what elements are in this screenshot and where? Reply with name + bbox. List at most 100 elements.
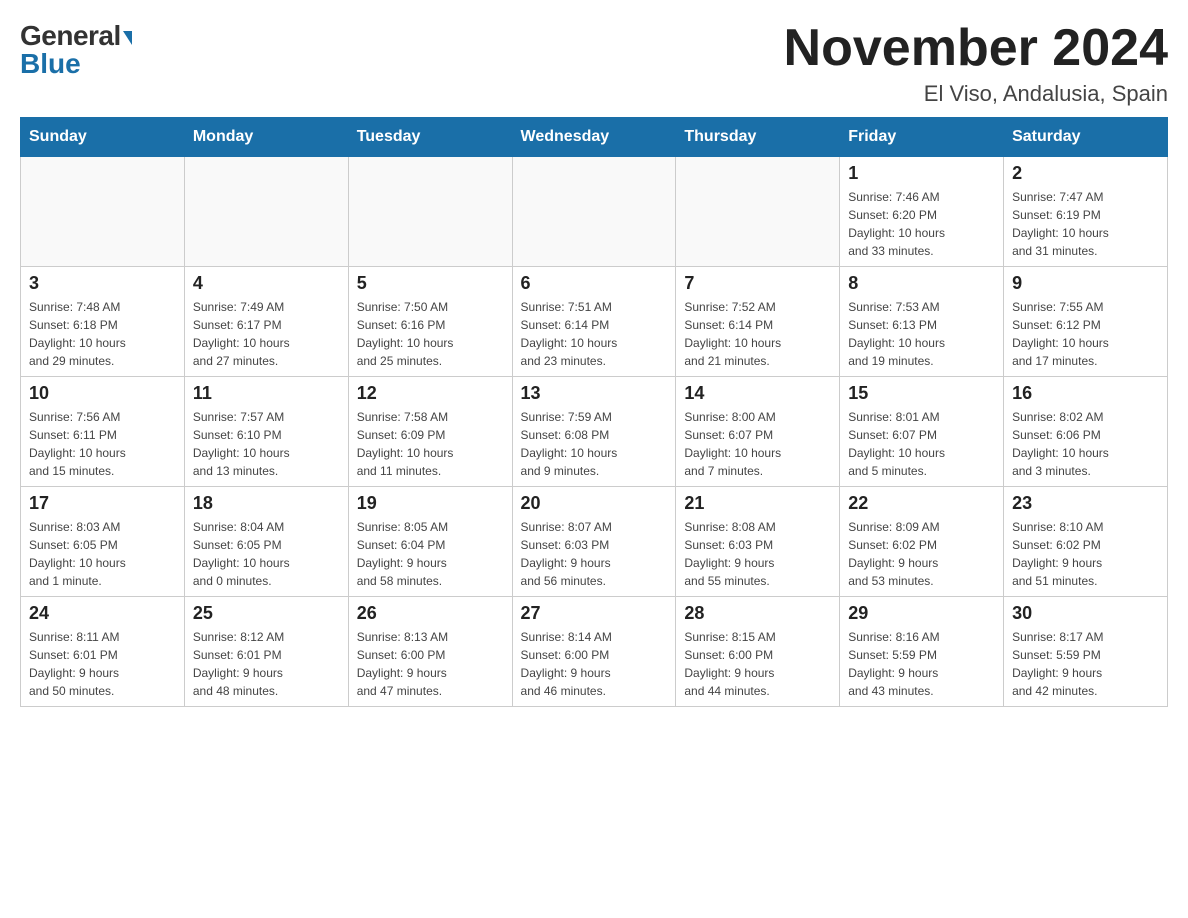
day-info: Sunrise: 8:09 AMSunset: 6:02 PMDaylight:… [848, 518, 995, 590]
calendar-cell: 3 Sunrise: 7:48 AMSunset: 6:18 PMDaylight… [21, 267, 185, 377]
weekday-header-row: SundayMondayTuesdayWednesdayThursdayFrid… [21, 118, 1168, 157]
weekday-friday: Friday [840, 118, 1004, 157]
day-number: 4 [193, 273, 340, 294]
weekday-monday: Monday [184, 118, 348, 157]
calendar-cell: 24 Sunrise: 8:11 AMSunset: 6:01 PMDayligh… [21, 597, 185, 707]
day-number: 26 [357, 603, 504, 624]
day-info: Sunrise: 8:13 AMSunset: 6:00 PMDaylight:… [357, 628, 504, 700]
day-number: 27 [521, 603, 668, 624]
day-info: Sunrise: 8:04 AMSunset: 6:05 PMDaylight:… [193, 518, 340, 590]
day-info: Sunrise: 7:58 AMSunset: 6:09 PMDaylight:… [357, 408, 504, 480]
title-block: November 2024 El Viso, Andalusia, Spain [784, 20, 1168, 107]
day-number: 24 [29, 603, 176, 624]
calendar-table: SundayMondayTuesdayWednesdayThursdayFrid… [20, 117, 1168, 707]
weekday-saturday: Saturday [1004, 118, 1168, 157]
calendar-cell: 6 Sunrise: 7:51 AMSunset: 6:14 PMDaylight… [512, 267, 676, 377]
calendar-cell: 26 Sunrise: 8:13 AMSunset: 6:00 PMDayligh… [348, 597, 512, 707]
calendar-cell: 30 Sunrise: 8:17 AMSunset: 5:59 PMDayligh… [1004, 597, 1168, 707]
day-info: Sunrise: 8:00 AMSunset: 6:07 PMDaylight:… [684, 408, 831, 480]
day-info: Sunrise: 7:49 AMSunset: 6:17 PMDaylight:… [193, 298, 340, 370]
calendar-cell: 14 Sunrise: 8:00 AMSunset: 6:07 PMDayligh… [676, 377, 840, 487]
calendar-cell: 7 Sunrise: 7:52 AMSunset: 6:14 PMDaylight… [676, 267, 840, 377]
day-number: 9 [1012, 273, 1159, 294]
day-info: Sunrise: 8:07 AMSunset: 6:03 PMDaylight:… [521, 518, 668, 590]
calendar-cell: 18 Sunrise: 8:04 AMSunset: 6:05 PMDayligh… [184, 487, 348, 597]
day-info: Sunrise: 7:51 AMSunset: 6:14 PMDaylight:… [521, 298, 668, 370]
day-number: 29 [848, 603, 995, 624]
day-info: Sunrise: 7:57 AMSunset: 6:10 PMDaylight:… [193, 408, 340, 480]
day-info: Sunrise: 8:02 AMSunset: 6:06 PMDaylight:… [1012, 408, 1159, 480]
week-row-2: 10 Sunrise: 7:56 AMSunset: 6:11 PMDayligh… [21, 377, 1168, 487]
day-info: Sunrise: 7:46 AMSunset: 6:20 PMDaylight:… [848, 188, 995, 260]
day-info: Sunrise: 7:56 AMSunset: 6:11 PMDaylight:… [29, 408, 176, 480]
day-number: 17 [29, 493, 176, 514]
calendar-cell: 28Sunrise: 8:15 AMSunset: 6:00 PMDayligh… [676, 597, 840, 707]
calendar-cell: 8 Sunrise: 7:53 AMSunset: 6:13 PMDaylight… [840, 267, 1004, 377]
calendar-cell: 5 Sunrise: 7:50 AMSunset: 6:16 PMDaylight… [348, 267, 512, 377]
calendar-cell: 29 Sunrise: 8:16 AMSunset: 5:59 PMDayligh… [840, 597, 1004, 707]
weekday-wednesday: Wednesday [512, 118, 676, 157]
calendar-cell: 2 Sunrise: 7:47 AMSunset: 6:19 PMDaylight… [1004, 157, 1168, 267]
day-info: Sunrise: 8:14 AMSunset: 6:00 PMDaylight:… [521, 628, 668, 700]
calendar-cell: 17 Sunrise: 8:03 AMSunset: 6:05 PMDayligh… [21, 487, 185, 597]
calendar-cell: 25Sunrise: 8:12 AMSunset: 6:01 PMDayligh… [184, 597, 348, 707]
day-number: 10 [29, 383, 176, 404]
day-number: 6 [521, 273, 668, 294]
day-info: Sunrise: 7:52 AMSunset: 6:14 PMDaylight:… [684, 298, 831, 370]
day-number: 15 [848, 383, 995, 404]
calendar-cell: 21 Sunrise: 8:08 AMSunset: 6:03 PMDayligh… [676, 487, 840, 597]
day-info: Sunrise: 8:10 AMSunset: 6:02 PMDaylight:… [1012, 518, 1159, 590]
page-subtitle: El Viso, Andalusia, Spain [784, 81, 1168, 107]
calendar-cell: 22 Sunrise: 8:09 AMSunset: 6:02 PMDayligh… [840, 487, 1004, 597]
day-info: Sunrise: 7:53 AMSunset: 6:13 PMDaylight:… [848, 298, 995, 370]
day-number: 8 [848, 273, 995, 294]
calendar-cell: 15Sunrise: 8:01 AMSunset: 6:07 PMDayligh… [840, 377, 1004, 487]
day-info: Sunrise: 8:03 AMSunset: 6:05 PMDaylight:… [29, 518, 176, 590]
day-info: Sunrise: 7:59 AMSunset: 6:08 PMDaylight:… [521, 408, 668, 480]
day-number: 7 [684, 273, 831, 294]
day-info: Sunrise: 7:47 AMSunset: 6:19 PMDaylight:… [1012, 188, 1159, 260]
calendar-cell [184, 157, 348, 267]
calendar-cell [512, 157, 676, 267]
day-info: Sunrise: 8:16 AMSunset: 5:59 PMDaylight:… [848, 628, 995, 700]
day-info: Sunrise: 7:50 AMSunset: 6:16 PMDaylight:… [357, 298, 504, 370]
day-number: 30 [1012, 603, 1159, 624]
day-number: 5 [357, 273, 504, 294]
calendar-cell [348, 157, 512, 267]
day-info: Sunrise: 7:48 AMSunset: 6:18 PMDaylight:… [29, 298, 176, 370]
day-number: 19 [357, 493, 504, 514]
calendar-cell: 23Sunrise: 8:10 AMSunset: 6:02 PMDayligh… [1004, 487, 1168, 597]
weekday-sunday: Sunday [21, 118, 185, 157]
day-number: 22 [848, 493, 995, 514]
day-number: 20 [521, 493, 668, 514]
calendar-cell: 16Sunrise: 8:02 AMSunset: 6:06 PMDayligh… [1004, 377, 1168, 487]
day-number: 2 [1012, 163, 1159, 184]
calendar-cell [21, 157, 185, 267]
logo-blue: Blue [20, 48, 81, 80]
calendar-cell [676, 157, 840, 267]
calendar-cell: 10 Sunrise: 7:56 AMSunset: 6:11 PMDayligh… [21, 377, 185, 487]
day-info: Sunrise: 8:17 AMSunset: 5:59 PMDaylight:… [1012, 628, 1159, 700]
day-info: Sunrise: 7:55 AMSunset: 6:12 PMDaylight:… [1012, 298, 1159, 370]
page-header: General Blue November 2024 El Viso, Anda… [20, 20, 1168, 107]
calendar-cell: 1 Sunrise: 7:46 AMSunset: 6:20 PMDaylight… [840, 157, 1004, 267]
calendar-cell: 12Sunrise: 7:58 AMSunset: 6:09 PMDayligh… [348, 377, 512, 487]
day-number: 1 [848, 163, 995, 184]
day-number: 28 [684, 603, 831, 624]
day-number: 18 [193, 493, 340, 514]
calendar-cell: 13Sunrise: 7:59 AMSunset: 6:08 PMDayligh… [512, 377, 676, 487]
day-info: Sunrise: 8:05 AMSunset: 6:04 PMDaylight:… [357, 518, 504, 590]
calendar-cell: 11 Sunrise: 7:57 AMSunset: 6:10 PMDayligh… [184, 377, 348, 487]
week-row-3: 17 Sunrise: 8:03 AMSunset: 6:05 PMDayligh… [21, 487, 1168, 597]
day-number: 21 [684, 493, 831, 514]
day-number: 11 [193, 383, 340, 404]
day-number: 3 [29, 273, 176, 294]
calendar-cell: 27 Sunrise: 8:14 AMSunset: 6:00 PMDayligh… [512, 597, 676, 707]
logo: General Blue [20, 20, 132, 80]
calendar-cell: 4 Sunrise: 7:49 AMSunset: 6:17 PMDaylight… [184, 267, 348, 377]
day-number: 14 [684, 383, 831, 404]
day-info: Sunrise: 8:11 AMSunset: 6:01 PMDaylight:… [29, 628, 176, 700]
day-info: Sunrise: 8:08 AMSunset: 6:03 PMDaylight:… [684, 518, 831, 590]
calendar-cell: 20 Sunrise: 8:07 AMSunset: 6:03 PMDayligh… [512, 487, 676, 597]
week-row-4: 24 Sunrise: 8:11 AMSunset: 6:01 PMDayligh… [21, 597, 1168, 707]
